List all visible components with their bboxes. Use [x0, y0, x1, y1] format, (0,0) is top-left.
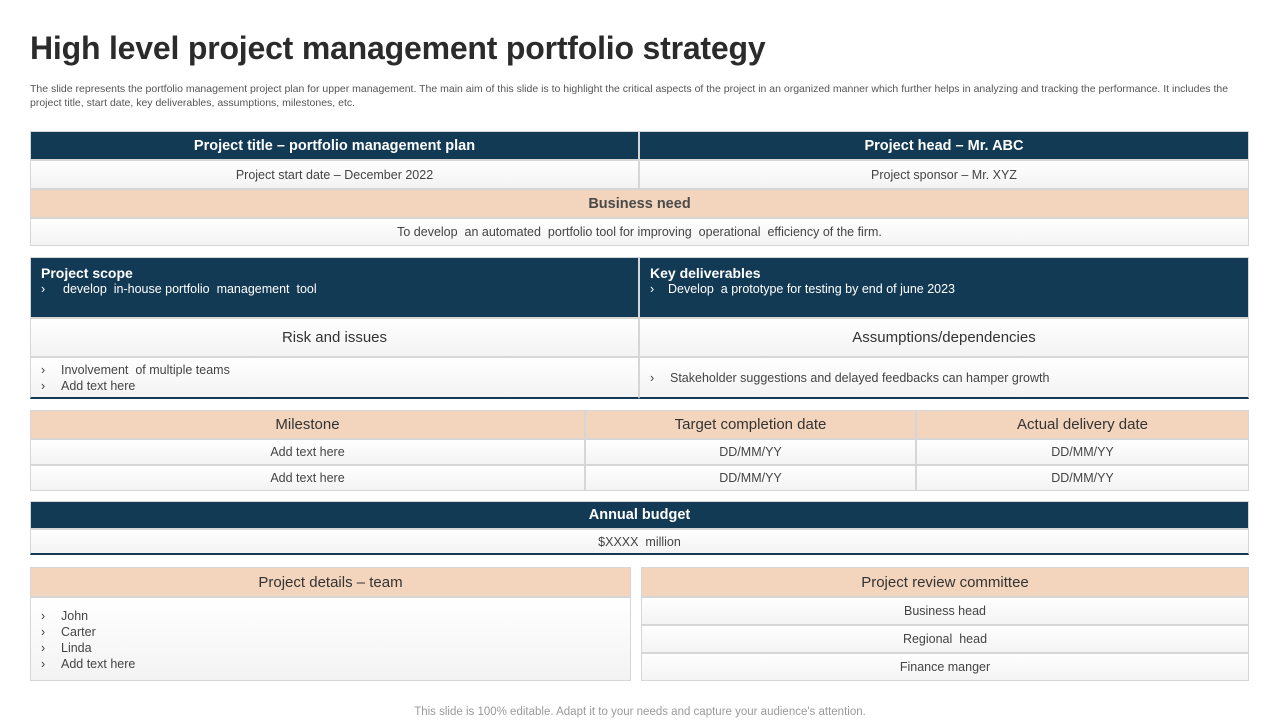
- annual-budget-value: $XXXX million: [30, 529, 1249, 555]
- bullet-chevron-icon: ›: [41, 657, 46, 671]
- list-item: Business head: [641, 597, 1249, 625]
- project-team-header: Project details – team: [30, 567, 631, 597]
- milestones-table: Milestone Target completion date Actual …: [30, 410, 1249, 491]
- list-item: › John: [41, 609, 89, 623]
- table-row: Add text here DD/MM/YY DD/MM/YY: [30, 439, 1249, 465]
- milestone-cell: Add text here: [30, 465, 585, 491]
- team-members-list: › John › Carter › Linda › Add text here: [30, 597, 631, 681]
- list-item: › Carter: [41, 625, 96, 639]
- footer-note: This slide is 100% editable. Adapt it to…: [414, 706, 866, 718]
- target-date-cell: DD/MM/YY: [585, 439, 916, 465]
- risk-issues-list: › Involvement of multiple teams › Add text…: [30, 357, 639, 399]
- actual-date-header: Actual delivery date: [916, 410, 1249, 439]
- annual-budget-header: Annual budget: [30, 501, 1249, 529]
- key-deliverables-item: › Develop a prototype for testing by end …: [650, 282, 955, 296]
- assumption-item: › Stakeholder suggestions and delayed fee…: [650, 370, 1050, 385]
- target-date-header: Target completion date: [585, 410, 916, 439]
- bullet-chevron-icon: ›: [41, 362, 46, 377]
- bullet-chevron-icon: ›: [41, 378, 46, 393]
- business-need-header: Business need: [30, 189, 1249, 218]
- project-start-date: Project start date – December 2022: [30, 160, 639, 189]
- scope-block: Project scope › develop in-house portfoli…: [30, 257, 1249, 399]
- page-title: High level project management portfolio …: [30, 30, 766, 66]
- budget-block: Annual budget $XXXX million: [30, 501, 1249, 555]
- target-date-cell: DD/MM/YY: [585, 465, 916, 491]
- list-item: › Add text here: [41, 657, 136, 671]
- project-head-header: Project head – Mr. ABC: [639, 131, 1249, 160]
- project-title-header: Project title – portfolio management pla…: [30, 131, 639, 160]
- overview-block: Project title – portfolio management pla…: [30, 131, 1249, 246]
- list-item: Regional head: [641, 625, 1249, 653]
- actual-date-cell: DD/MM/YY: [916, 465, 1249, 491]
- committee-block: Project review committee Business head R…: [641, 567, 1249, 681]
- assumptions-list: › Stakeholder suggestions and delayed fee…: [639, 357, 1249, 399]
- risk-item: › Involvement of multiple teams: [41, 362, 230, 377]
- bullet-chevron-icon: ›: [41, 625, 46, 639]
- risk-issues-header: Risk and issues: [30, 318, 639, 357]
- project-scope-cell: Project scope › develop in-house portfoli…: [30, 257, 639, 318]
- milestone-cell: Add text here: [30, 439, 585, 465]
- risk-item: › Add text here: [41, 378, 136, 393]
- list-item: › Linda: [41, 641, 92, 655]
- key-deliverables-cell: Key deliverables › Develop a prototype fo…: [639, 257, 1249, 318]
- team-block: Project details – team › John › Carter › Li…: [30, 567, 631, 681]
- project-scope-label: Project scope: [41, 265, 133, 281]
- bullet-chevron-icon: ›: [41, 609, 46, 623]
- actual-date-cell: DD/MM/YY: [916, 439, 1249, 465]
- table-row: Add text here DD/MM/YY DD/MM/YY: [30, 465, 1249, 491]
- bullet-chevron-icon: ›: [650, 282, 655, 296]
- business-need-text: To develop an automated portfolio tool f…: [30, 218, 1249, 246]
- list-item: Finance manger: [641, 653, 1249, 681]
- project-scope-item: › develop in-house portfolio management t…: [41, 282, 317, 296]
- project-sponsor: Project sponsor – Mr. XYZ: [639, 160, 1249, 189]
- milestone-header: Milestone: [30, 410, 585, 439]
- review-committee-header: Project review committee: [641, 567, 1249, 597]
- page-description: The slide represents the portfolio manag…: [30, 83, 1229, 109]
- assumptions-header: Assumptions/dependencies: [639, 318, 1249, 357]
- bullet-chevron-icon: ›: [41, 641, 46, 655]
- bullet-chevron-icon: ›: [41, 282, 46, 296]
- key-deliverables-label: Key deliverables: [650, 265, 761, 281]
- bullet-chevron-icon: ›: [650, 370, 655, 385]
